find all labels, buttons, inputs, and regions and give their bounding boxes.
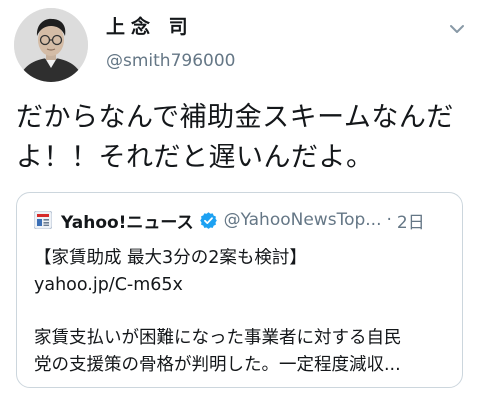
quoted-tweet-text: 【家賃助成 最大3分の2案も検討】 yahoo.jp/C-m65x 家賃支払いが… bbox=[34, 245, 454, 379]
source-name[interactable]: Yahoo!ニュース bbox=[61, 208, 194, 233]
quoted-body-line: 党の支援策の骨格が判明した。一定程度減収... bbox=[34, 355, 401, 375]
quoted-tweet-card[interactable]: Yahoo!ニュース @YahooNewsTop... · 2日 【家賃助成 最… bbox=[16, 192, 463, 388]
display-name[interactable]: 上念 司 bbox=[106, 12, 194, 39]
quoted-headline: 【家賃助成 最大3分の2案も検討】 bbox=[34, 248, 307, 268]
timestamp[interactable]: 2日 bbox=[397, 208, 425, 233]
tweet-text: だからなんで補助金スキームなんだよ！！それだと遅いんだよ。 bbox=[16, 102, 454, 173]
separator-dot: · bbox=[386, 210, 392, 230]
yahoo-news-icon bbox=[33, 210, 53, 230]
user-handle[interactable]: @smith796000 bbox=[106, 51, 235, 71]
quoted-body-line: 家賃支払いが困難になった事業者に対する自民 bbox=[34, 328, 402, 348]
quoted-tweet-header: Yahoo!ニュース @YahooNewsTop... · 2日 bbox=[33, 207, 450, 233]
avatar-image bbox=[14, 8, 88, 82]
source-handle[interactable]: @YahooNewsTop... bbox=[224, 210, 382, 230]
quoted-link[interactable]: yahoo.jp/C-m65x bbox=[34, 272, 454, 299]
verified-badge-icon bbox=[199, 211, 218, 230]
avatar[interactable] bbox=[14, 8, 88, 82]
chevron-down-icon[interactable] bbox=[449, 20, 465, 33]
